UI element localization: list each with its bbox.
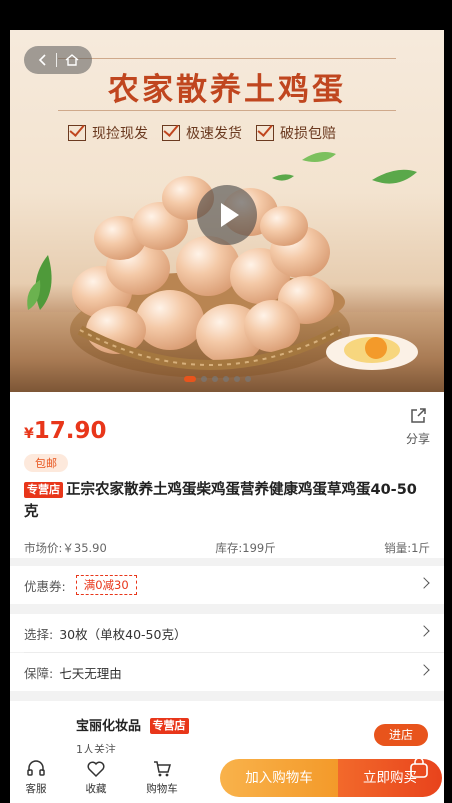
chevron-right-icon bbox=[418, 577, 430, 589]
back-icon[interactable] bbox=[38, 51, 48, 70]
product-detail-screen: 农家散养土鸡蛋 现捡现发 极速发货 破损包赔 ¥17.90 分享 包邮 专营店 … bbox=[10, 30, 444, 803]
cart-button[interactable]: 购物车 bbox=[140, 759, 184, 796]
coupon-chip[interactable]: 满0减30 bbox=[75, 575, 137, 595]
heart-icon bbox=[87, 761, 105, 778]
stock-count: 库存:199斤 bbox=[215, 541, 276, 555]
chevron-right-icon bbox=[418, 664, 430, 676]
carousel-dot[interactable] bbox=[234, 376, 240, 382]
coupon-label: 优惠券: bbox=[24, 578, 66, 594]
product-price: ¥17.90 bbox=[24, 418, 107, 444]
carousel-dot[interactable] bbox=[212, 376, 218, 382]
spec-label: 选择: bbox=[24, 626, 54, 642]
guarantee-row[interactable]: 保障: 七天无理由 bbox=[10, 653, 444, 691]
product-image-carousel[interactable]: 农家散养土鸡蛋 现捡现发 极速发货 破损包赔 bbox=[10, 30, 444, 392]
service-button[interactable]: 客服 bbox=[14, 759, 58, 796]
shop-name[interactable]: 宝丽化妆品 专营店 bbox=[76, 715, 192, 734]
spec-select-row[interactable]: 选择: 30枚（单枚40-50克） bbox=[10, 614, 444, 652]
home-icon[interactable] bbox=[65, 51, 79, 70]
cart-icon bbox=[154, 761, 171, 777]
carousel-dot[interactable] bbox=[184, 376, 196, 382]
add-to-cart-button[interactable]: 加入购物车 bbox=[220, 759, 338, 797]
market-price: 市场价:￥35.90 bbox=[24, 541, 107, 555]
video-play-button[interactable] bbox=[197, 185, 257, 245]
chevron-right-icon bbox=[418, 625, 430, 637]
share-icon bbox=[411, 408, 426, 423]
free-shipping-badge: 包邮 bbox=[24, 454, 68, 472]
product-meta: 市场价:￥35.90 库存:199斤 销量:1斤 bbox=[24, 540, 430, 556]
carousel-dot[interactable] bbox=[223, 376, 229, 382]
coupon-row[interactable]: 优惠券: 满0减30 bbox=[10, 566, 444, 604]
nav-pill bbox=[24, 46, 92, 74]
sales-count: 销量:1斤 bbox=[384, 541, 430, 555]
enter-shop-button[interactable]: 进店 bbox=[374, 724, 428, 746]
shop-type-tag: 专营店 bbox=[24, 482, 63, 498]
guarantee-value: 七天无理由 bbox=[59, 665, 122, 681]
share-button[interactable]: 分享 bbox=[406, 406, 430, 447]
nav-separator bbox=[55, 53, 57, 67]
shop-type-tag: 专营店 bbox=[149, 718, 189, 734]
product-info-card: ¥17.90 分享 包邮 专营店 正宗农家散养土鸡蛋柴鸡蛋营养健康鸡蛋草鸡蛋40-… bbox=[10, 392, 444, 558]
carousel-indicators bbox=[184, 376, 251, 382]
carousel-dot[interactable] bbox=[245, 376, 251, 382]
product-title: 专营店 正宗农家散养土鸡蛋柴鸡蛋营养健康鸡蛋草鸡蛋40-50克 bbox=[24, 482, 417, 520]
guarantee-label: 保障: bbox=[24, 665, 54, 681]
spec-value: 30枚（单枚40-50克） bbox=[59, 626, 187, 642]
favorite-button[interactable]: 收藏 bbox=[74, 759, 118, 796]
carousel-dot[interactable] bbox=[201, 376, 207, 382]
headset-icon bbox=[27, 760, 45, 776]
bottom-action-bar: 客服 收藏 购物车 加入购物车 立即购买 bbox=[10, 753, 444, 803]
floating-bag-icon[interactable] bbox=[408, 757, 430, 779]
